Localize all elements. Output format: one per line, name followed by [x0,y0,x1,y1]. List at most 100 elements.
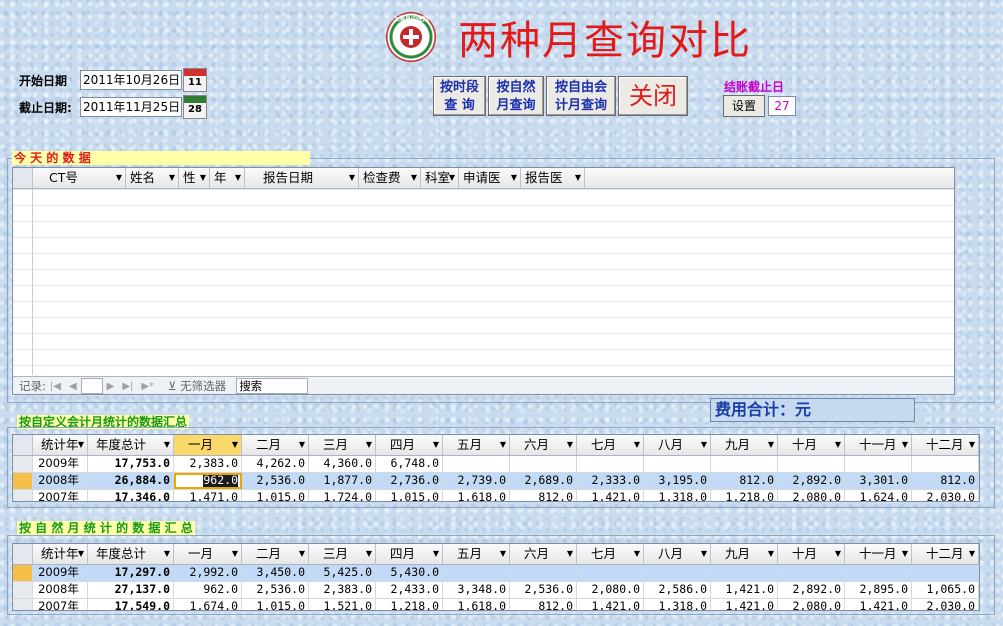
month-cell[interactable] [577,565,644,581]
prev-record-icon[interactable]: ◀ [65,381,81,392]
column-header-8[interactable]: 七月 ▼ [577,435,644,455]
start-calendar-button[interactable]: 11 [183,68,207,92]
column-header-13[interactable]: 十二月 ▼ [912,435,979,455]
column-header-7[interactable]: 六月 ▼ [510,435,577,455]
month-cell[interactable]: 2,536.0 [510,582,577,598]
last-record-icon[interactable]: ▶| [118,381,137,392]
column-header-11[interactable]: 十月 ▼ [778,435,845,455]
column-header-1[interactable]: 年度总计 ▼ [88,544,174,564]
year-cell[interactable]: 2009年 [33,456,88,472]
column-header-department[interactable]: 科室 ▼ [421,168,459,188]
custom-summary-grid[interactable]: 统计年 ▼ 年度总计 ▼ 一月 ▼ 二月 ▼ 三月 ▼ 四月 ▼ 五月 ▼ 六月 ▼ 七月 ▼ 八月 ▼ 九月 ▼ 十月 ▼ 十… [12,434,980,502]
year-total-cell[interactable]: 17,297.0 [88,565,174,581]
month-cell[interactable]: 1,624.0 [845,490,912,501]
record-number-input[interactable] [80,378,103,394]
month-cell[interactable]: 1,065.0 [912,582,979,598]
year-total-cell[interactable]: 26,884.0 [88,473,174,489]
month-cell[interactable]: 4,360.0 [309,456,376,472]
month-cell[interactable]: 812.0 [711,473,778,489]
month-cell[interactable]: 2,030.0 [912,599,979,610]
month-cell[interactable]: 1,015.0 [376,490,443,501]
month-cell[interactable]: 1,421.0 [845,599,912,610]
column-header-7[interactable]: 六月 ▼ [510,544,577,564]
query-by-natural-month-button[interactable]: 按自然 月查询 [488,76,544,116]
month-cell[interactable]: 3,195.0 [644,473,711,489]
column-header-reporter[interactable]: 报告医 ▼ [521,168,585,188]
month-cell[interactable]: 2,895.0 [845,582,912,598]
month-cell[interactable] [912,456,979,472]
month-cell[interactable]: 1,618.0 [443,599,510,610]
month-cell[interactable]: 962.0 [174,473,242,489]
month-cell[interactable]: 1,015.0 [242,490,309,501]
month-cell[interactable]: 6,748.0 [376,456,443,472]
start-date-input[interactable]: 2011年10月26日 [80,70,182,90]
row-selector[interactable] [13,456,33,472]
column-header-13[interactable]: 十二月 ▼ [912,544,979,564]
month-cell[interactable] [644,456,711,472]
month-cell[interactable]: 812.0 [912,473,979,489]
month-cell[interactable] [510,456,577,472]
column-header-5[interactable]: 四月 ▼ [376,435,443,455]
month-cell[interactable] [845,456,912,472]
settings-button[interactable]: 设置 [723,95,765,117]
row-selector[interactable] [13,599,33,610]
month-cell[interactable] [510,565,577,581]
column-header-3[interactable]: 二月 ▼ [242,544,309,564]
query-by-custom-month-button[interactable]: 按自由会 计月查询 [546,76,616,116]
month-cell[interactable]: 1,318.0 [644,490,711,501]
month-cell[interactable] [443,565,510,581]
year-cell[interactable]: 2007年 [33,490,88,501]
month-cell[interactable]: 1,421.0 [711,582,778,598]
month-cell[interactable]: 2,892.0 [778,582,845,598]
month-cell[interactable]: 2,536.0 [242,473,309,489]
month-cell[interactable]: 1,724.0 [309,490,376,501]
query-by-period-button[interactable]: 按时段 查 询 [433,76,486,116]
month-cell[interactable]: 2,333.0 [577,473,644,489]
no-filter-button[interactable]: ⊻ 无筛选器 [158,378,226,394]
month-cell[interactable]: 2,992.0 [174,565,242,581]
close-button[interactable]: 关闭 [618,76,688,116]
month-cell[interactable]: 2,383.0 [309,582,376,598]
column-header-11[interactable]: 十月 ▼ [778,544,845,564]
grid-body[interactable]: 2009年 17,297.0 2,992.0 3,450.0 5,425.0 5,430.… [13,565,979,610]
column-header-5[interactable]: 四月 ▼ [376,544,443,564]
column-header-8[interactable]: 七月 ▼ [577,544,644,564]
month-cell[interactable] [912,565,979,581]
year-cell[interactable]: 2007年 [33,599,88,610]
month-cell[interactable]: 812.0 [510,490,577,501]
column-header-report-date[interactable]: 报告日期 ▼ [245,168,359,188]
column-header-6[interactable]: 五月 ▼ [443,435,510,455]
month-cell[interactable]: 2,536.0 [242,582,309,598]
month-cell[interactable]: 1,674.0 [174,599,242,610]
month-cell[interactable]: 1,318.0 [644,599,711,610]
month-cell[interactable]: 2,080.0 [577,582,644,598]
end-date-input[interactable]: 2011年11月25日 [80,97,182,117]
grid-corner[interactable] [13,435,33,455]
row-selector[interactable] [13,490,33,501]
month-cell[interactable]: 2,736.0 [376,473,443,489]
grid-corner[interactable] [13,168,33,188]
first-record-icon[interactable]: |◀ [46,381,65,392]
month-cell[interactable]: 2,383.0 [174,456,242,472]
month-cell[interactable]: 1,421.0 [577,490,644,501]
year-cell[interactable]: 2009年 [33,565,88,581]
end-calendar-button[interactable]: 28 [183,95,207,119]
table-row[interactable]: 2008年 27,137.0 962.0 2,536.0 2,383.0 2,433.0 3… [13,582,979,599]
month-cell[interactable]: 4,262.0 [242,456,309,472]
grid-corner[interactable] [13,544,33,564]
column-header-0[interactable]: 统计年 ▼ [33,544,88,564]
column-header-sex[interactable]: 性 ▼ [179,168,210,188]
column-header-1[interactable]: 年度总计 ▼ [88,435,174,455]
month-cell[interactable]: 3,301.0 [845,473,912,489]
month-cell[interactable]: 1,218.0 [376,599,443,610]
month-cell[interactable]: 1,218.0 [711,490,778,501]
row-selector[interactable] [13,473,33,489]
month-cell[interactable] [644,565,711,581]
month-cell[interactable]: 2,080.0 [778,599,845,610]
month-cell[interactable]: 2,030.0 [912,490,979,501]
year-total-cell[interactable]: 27,137.0 [88,582,174,598]
column-header-4[interactable]: 三月 ▼ [309,435,376,455]
search-input[interactable]: 搜索 [236,378,309,394]
month-cell[interactable]: 962.0 [174,582,242,598]
month-cell[interactable]: 812.0 [510,599,577,610]
